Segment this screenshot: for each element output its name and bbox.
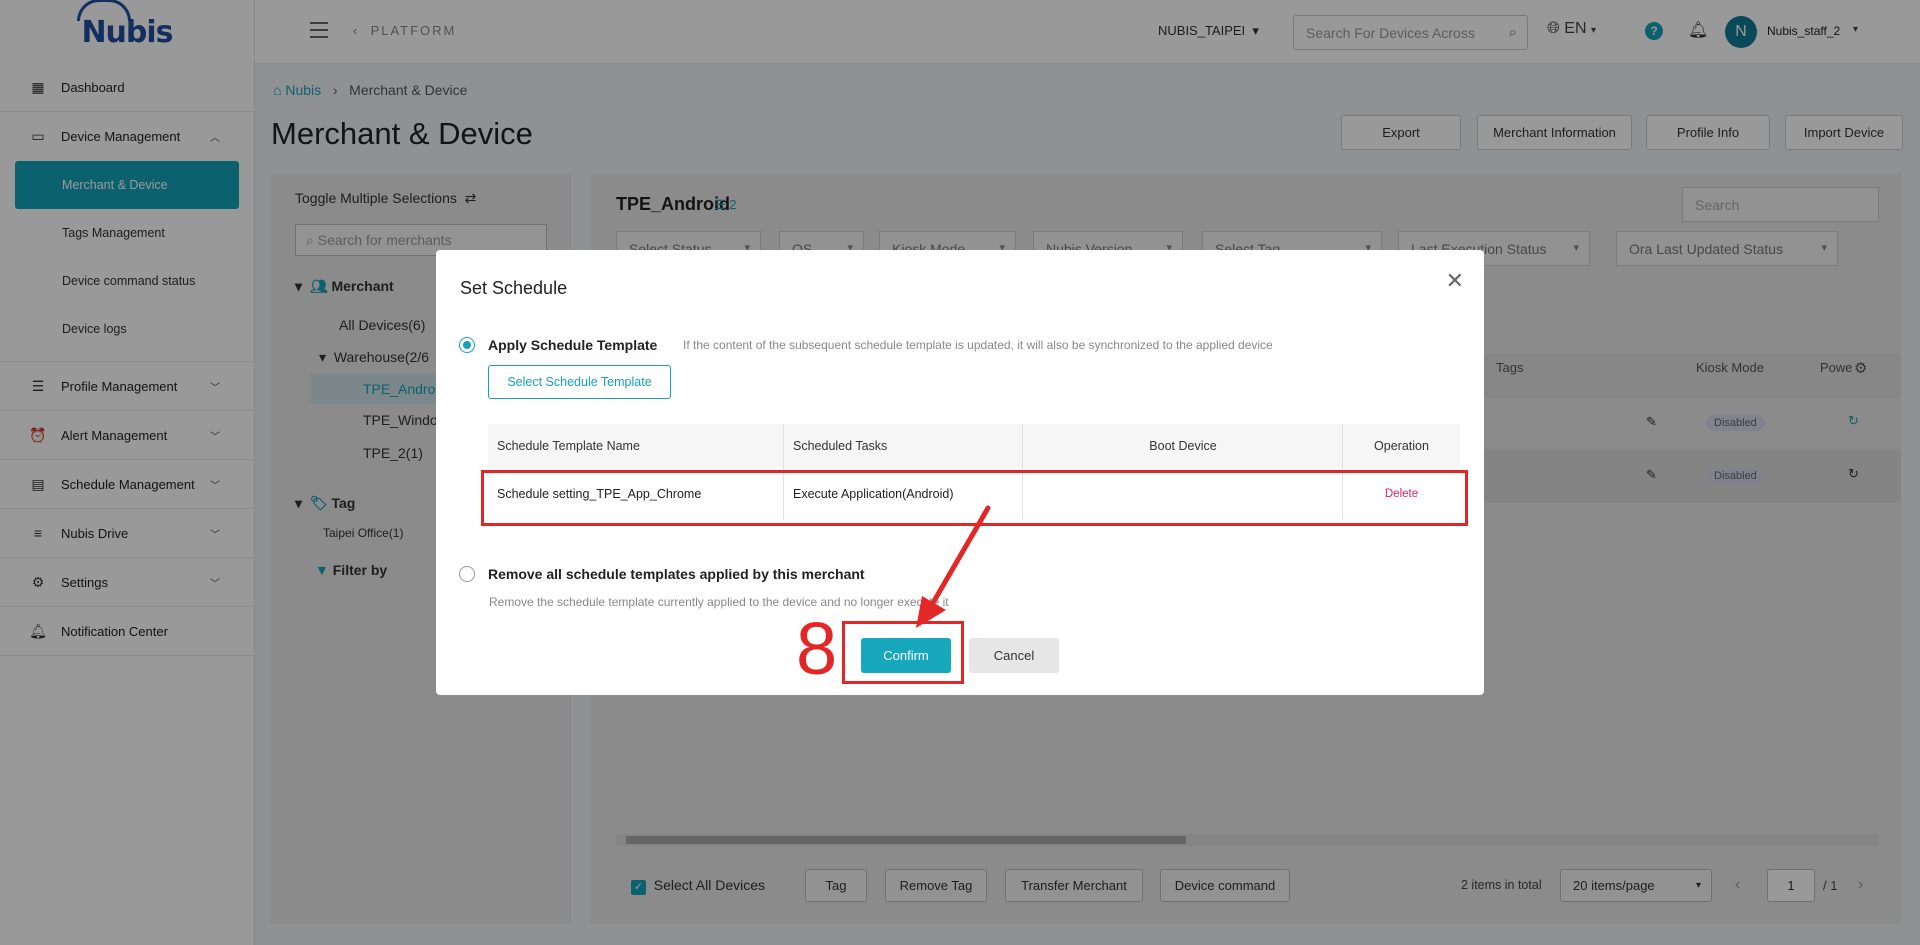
close-icon[interactable]: ✕ <box>1446 269 1464 294</box>
th-template-name: Schedule Template Name <box>488 424 784 468</box>
remove-templates-radio[interactable] <box>459 566 475 582</box>
highlight-confirm-annotation <box>842 621 964 684</box>
th-operation: Operation <box>1343 424 1460 468</box>
apply-template-label[interactable]: Apply Schedule Template <box>488 337 657 353</box>
arrow-annotation <box>916 505 991 628</box>
apply-template-radio[interactable] <box>459 337 475 353</box>
remove-templates-hint: Remove the schedule template currently a… <box>489 595 949 609</box>
modal-title: Set Schedule <box>460 278 568 298</box>
th-scheduled-tasks: Scheduled Tasks <box>784 424 1023 468</box>
th-boot-device: Boot Device <box>1023 424 1343 468</box>
remove-templates-label[interactable]: Remove all schedule templates applied by… <box>488 566 865 582</box>
cancel-button[interactable]: Cancel <box>969 638 1059 673</box>
select-schedule-template-button[interactable]: Select Schedule Template <box>488 365 671 399</box>
apply-template-hint: If the content of the subsequent schedul… <box>683 338 1273 352</box>
step-number-annotation: 8 <box>796 607 838 690</box>
